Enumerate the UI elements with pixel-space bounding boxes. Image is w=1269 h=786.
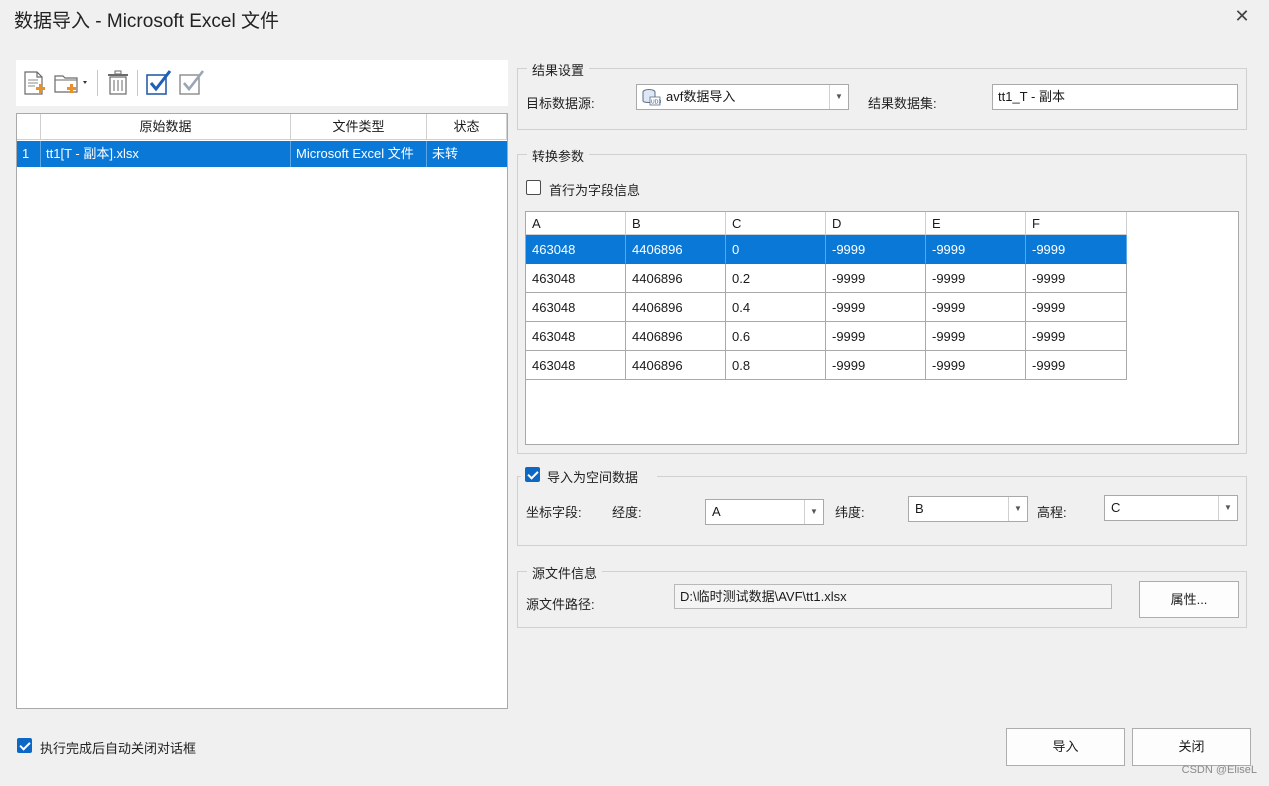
elevation-label: 高程:	[1037, 505, 1067, 520]
add-folder-icon[interactable]	[52, 68, 92, 98]
first-row-fields-label: 首行为字段信息	[549, 183, 641, 198]
source-path-label: 源文件路径:	[526, 597, 595, 612]
preview-cell: 463048	[526, 264, 626, 293]
preview-cell: 463048	[526, 293, 626, 322]
import-spatial-label: 导入为空间数据	[547, 470, 639, 485]
preview-cell: -9999	[826, 322, 926, 351]
chevron-down-icon[interactable]: ▼	[1218, 496, 1237, 520]
table-row[interactable]: 1 tt1[T - 副本].xlsx Microsoft Excel 文件 未转	[17, 141, 507, 167]
preview-cell: 4406896	[626, 293, 726, 322]
preview-col-e: E	[926, 212, 1026, 235]
elevation-value: C	[1111, 500, 1121, 515]
file-row-index: 1	[17, 141, 41, 167]
chevron-down-icon[interactable]: ▼	[804, 500, 823, 524]
preview-cell: 463048	[526, 322, 626, 351]
file-table-header-source[interactable]: 原始数据	[41, 114, 291, 140]
auto-close-checkbox[interactable]	[17, 738, 32, 753]
first-row-fields-checkbox[interactable]	[526, 180, 541, 195]
file-row-type: Microsoft Excel 文件	[291, 141, 427, 167]
auto-close-label: 执行完成后自动关闭对话框	[40, 741, 197, 756]
svg-text:UDX: UDX	[651, 100, 661, 106]
file-table-header-type[interactable]: 文件类型	[291, 114, 427, 140]
preview-cell: 4406896	[626, 322, 726, 351]
chevron-down-icon[interactable]: ▼	[829, 85, 848, 109]
table-row[interactable]: 463048 4406896 0.8 -9999 -9999 -9999	[526, 351, 1127, 380]
source-file-title: 源文件信息	[527, 563, 603, 582]
preview-col-f: F	[1026, 212, 1127, 235]
preview-cell: 4406896	[626, 351, 726, 380]
preview-col-b: B	[626, 212, 726, 235]
preview-cell: -9999	[926, 264, 1026, 293]
preview-cell: -9999	[926, 235, 1026, 264]
target-datasource-label: 目标数据源:	[526, 96, 595, 111]
file-table: 原始数据 文件类型 状态 1 tt1[T - 副本].xlsx Microsof…	[16, 113, 508, 709]
target-datasource-select[interactable]: UDX avf数据导入 ▼	[636, 84, 849, 110]
preview-cell: -9999	[926, 351, 1026, 380]
latitude-select[interactable]: B ▼	[908, 496, 1028, 522]
preview-cell: 4406896	[626, 235, 726, 264]
file-row-source: tt1[T - 副本].xlsx	[41, 141, 291, 167]
add-file-icon[interactable]	[19, 68, 49, 98]
select-none-icon[interactable]	[176, 68, 206, 98]
watermark: CSDN @EliseL	[1181, 764, 1257, 776]
preview-col-c: C	[726, 212, 826, 235]
preview-cell: -9999	[826, 235, 926, 264]
preview-cell: 463048	[526, 235, 626, 264]
database-icon: UDX	[641, 88, 663, 109]
preview-col-a: A	[526, 212, 626, 235]
preview-cell: -9999	[926, 293, 1026, 322]
preview-cell: -9999	[826, 351, 926, 380]
preview-cell: -9999	[1026, 235, 1127, 264]
result-dataset-input[interactable]: tt1_T - 副本	[992, 84, 1238, 110]
import-spatial-checkbox[interactable]	[525, 467, 540, 482]
preview-cell: -9999	[826, 293, 926, 322]
target-datasource-value: avf数据导入	[666, 89, 736, 104]
preview-cell: -9999	[1026, 322, 1127, 351]
data-preview-grid[interactable]: A B C D E F 463048 4406896 0 -9999 -9999…	[525, 211, 1239, 445]
preview-col-d: D	[826, 212, 926, 235]
result-dataset-label: 结果数据集:	[868, 96, 937, 111]
window-title: 数据导入 - Microsoft Excel 文件	[14, 11, 279, 32]
delete-icon[interactable]	[103, 68, 133, 98]
preview-cell: -9999	[1026, 351, 1127, 380]
import-button[interactable]: 导入	[1006, 728, 1125, 766]
longitude-value: A	[712, 504, 721, 519]
select-all-icon[interactable]	[143, 68, 173, 98]
chevron-down-icon[interactable]: ▼	[1008, 497, 1027, 521]
table-row[interactable]: 463048 4406896 0.2 -9999 -9999 -9999	[526, 264, 1127, 293]
preview-cell: 0	[726, 235, 826, 264]
conversion-params-title: 转换参数	[527, 146, 590, 165]
file-row-status: 未转	[432, 146, 459, 161]
preview-cell: -9999	[926, 322, 1026, 351]
preview-cell: -9999	[826, 264, 926, 293]
longitude-label: 经度:	[612, 505, 642, 520]
latitude-value: B	[915, 501, 924, 516]
preview-cell: -9999	[1026, 293, 1127, 322]
file-table-header-status[interactable]: 状态	[427, 114, 507, 140]
table-row[interactable]: 463048 4406896 0.6 -9999 -9999 -9999	[526, 322, 1127, 351]
longitude-select[interactable]: A ▼	[705, 499, 824, 525]
table-row[interactable]: 463048 4406896 0 -9999 -9999 -9999	[526, 235, 1127, 264]
close-button[interactable]: 关闭	[1132, 728, 1251, 766]
latitude-label: 纬度:	[835, 505, 865, 520]
result-settings-title: 结果设置	[527, 60, 590, 79]
preview-cell: 0.2	[726, 264, 826, 293]
table-row[interactable]: 463048 4406896 0.4 -9999 -9999 -9999	[526, 293, 1127, 322]
file-table-header-index	[17, 114, 41, 140]
preview-cell: -9999	[1026, 264, 1127, 293]
preview-cell: 4406896	[626, 264, 726, 293]
toolbar	[16, 60, 508, 106]
preview-cell: 0.4	[726, 293, 826, 322]
elevation-select[interactable]: C ▼	[1104, 495, 1238, 521]
coord-field-label: 坐标字段:	[526, 505, 582, 520]
preview-cell: 463048	[526, 351, 626, 380]
properties-button[interactable]: 属性...	[1139, 581, 1239, 618]
preview-cell: 0.8	[726, 351, 826, 380]
preview-cell: 0.6	[726, 322, 826, 351]
close-icon[interactable]: ✕	[1230, 4, 1254, 28]
source-path-field: D:\临时测试数据\AVF\tt1.xlsx	[674, 584, 1112, 609]
